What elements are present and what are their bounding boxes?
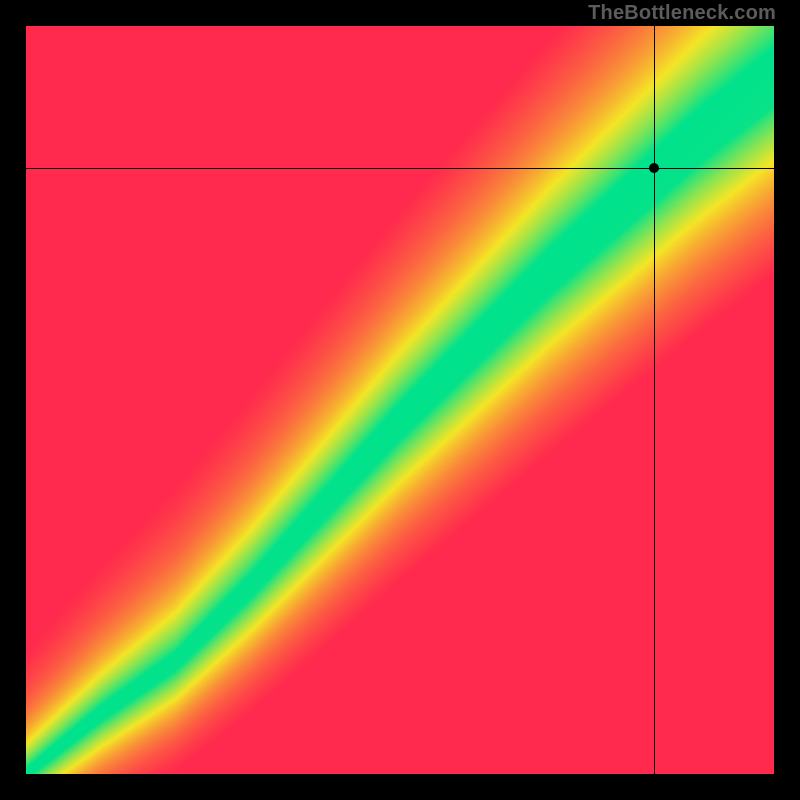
watermark-text: TheBottleneck.com: [588, 2, 776, 25]
marker-dot: [649, 163, 659, 173]
chart-frame: TheBottleneck.com: [0, 0, 800, 800]
heatmap-plot: [26, 26, 774, 774]
crosshair-horizontal: [26, 168, 774, 169]
heatmap-canvas: [26, 26, 774, 774]
crosshair-vertical: [654, 26, 655, 774]
